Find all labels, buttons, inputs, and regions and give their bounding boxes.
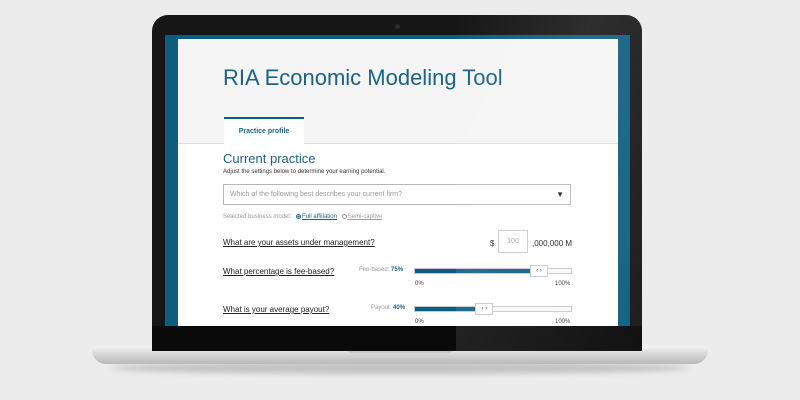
radio-semi-captive[interactable] bbox=[341, 214, 347, 219]
payout-value: 40% bbox=[393, 305, 406, 311]
firm-type-placeholder: Which of the following best describes yo… bbox=[230, 191, 402, 198]
aum-unit: ,000,000 M bbox=[532, 239, 573, 248]
option-semi-captive[interactable]: Semi-captive bbox=[348, 214, 383, 220]
payout-max-label: 100% bbox=[555, 319, 571, 325]
fee-based-min-label: 0% bbox=[415, 281, 424, 287]
payout-slider-fill bbox=[415, 307, 478, 311]
payout-slider-handle[interactable]: ‹ › bbox=[475, 303, 494, 315]
fee-based-slider-handle[interactable]: ‹ › bbox=[530, 265, 548, 277]
aum-currency-symbol: $ bbox=[490, 239, 495, 248]
radio-full-affiliation[interactable] bbox=[296, 214, 302, 219]
fee-based-question: What percentage is fee-based? bbox=[223, 267, 335, 276]
page-title: RIA Economic Modeling Tool bbox=[223, 65, 503, 90]
fee-based-slider-track[interactable]: ‹ › bbox=[414, 265, 572, 277]
app-viewport: RIA Economic Modeling Tool Practice prof… bbox=[178, 39, 618, 326]
fee-based-slider-fill bbox=[415, 269, 532, 273]
payout-question: What is your average payout? bbox=[223, 305, 330, 314]
fee-based-slider-label: Fee-based: 75% bbox=[359, 267, 403, 273]
section-title: Current practice bbox=[223, 151, 316, 166]
payout-slider-label: Payout: 40% bbox=[371, 305, 405, 311]
payout-caption: Payout: bbox=[371, 305, 392, 311]
section-subtitle: Adjust the settings below to determine y… bbox=[223, 169, 386, 175]
fee-based-value: 75% bbox=[391, 267, 404, 273]
business-model-row: Selected business model: Full affiliatio… bbox=[223, 214, 382, 220]
option-full-affiliation[interactable]: Full affiliation bbox=[302, 214, 337, 220]
laptop-chin bbox=[152, 326, 642, 351]
payout-min-label: 0% bbox=[415, 319, 424, 325]
payout-slider-track[interactable]: ‹ › bbox=[414, 303, 572, 315]
page-header: RIA Economic Modeling Tool Practice prof… bbox=[178, 39, 618, 144]
fee-based-caption: Fee-based: bbox=[359, 267, 390, 273]
caret-down-icon: ▼ bbox=[556, 190, 564, 199]
aum-question: What are your assets under management? bbox=[223, 238, 375, 247]
aum-input[interactable]: 100 bbox=[498, 230, 528, 253]
tab-practice-profile[interactable]: Practice profile bbox=[224, 117, 304, 144]
firm-type-dropdown[interactable]: Which of the following best describes yo… bbox=[223, 184, 571, 205]
fee-based-max-label: 100% bbox=[555, 281, 571, 287]
camera-icon bbox=[395, 24, 400, 29]
laptop-screen: RIA Economic Modeling Tool Practice prof… bbox=[165, 35, 630, 326]
business-model-label: Selected business model: bbox=[223, 214, 292, 221]
